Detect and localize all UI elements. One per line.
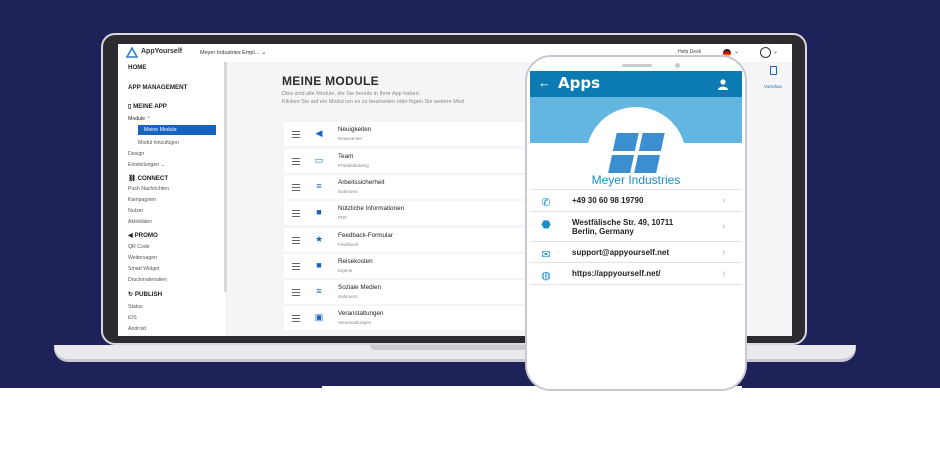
contact-email-text: support@appyourself.net	[572, 248, 670, 257]
drag-handle-icon[interactable]	[292, 237, 300, 246]
sidebar-item-meine-module[interactable]: Meine Module	[138, 125, 216, 135]
sidebar-section-my-app[interactable]: ▯ MEINE APP	[128, 103, 167, 110]
sidebar-item-kampagnen[interactable]: Kampagnen	[128, 197, 156, 203]
phone-icon: ✆	[541, 197, 551, 209]
sidebar-item-nutzer[interactable]: Nutzer	[128, 208, 143, 214]
phone-app-title: Apps	[558, 74, 601, 92]
sidebar-section-publish[interactable]: ↻ PUBLISH	[128, 291, 162, 298]
document-icon: ■	[316, 207, 322, 217]
sidebar-item-smart-widget[interactable]: Smart Widget	[128, 266, 159, 272]
sidebar: HOME APP MANAGEMENT ▯ MEINE APP Module ⌃…	[118, 62, 227, 336]
user-icon[interactable]	[717, 78, 729, 90]
module-title: Team	[338, 153, 354, 160]
drag-handle-icon[interactable]	[292, 184, 300, 193]
module-subtitle: Submenü	[338, 189, 358, 194]
sidebar-item-qr-code[interactable]: QR Code	[128, 244, 150, 250]
star-icon: ★	[314, 234, 324, 244]
sidebar-item-status[interactable]: Status	[128, 304, 143, 310]
phone-camera	[675, 63, 680, 68]
contact-website-text: https://appyourself.net/	[572, 269, 661, 278]
phone-speaker	[622, 64, 652, 67]
sidebar-item-push[interactable]: Push Nachrichten	[128, 186, 169, 192]
phone-app-bar: ← Apps	[530, 71, 742, 97]
book-icon: ▭	[314, 155, 324, 165]
back-arrow-icon[interactable]: ←	[538, 75, 551, 90]
company-name: Meyer Industries	[591, 173, 681, 187]
module-subtitle: Feedback	[338, 242, 359, 247]
chevron-right-icon: ›	[722, 195, 726, 206]
chevron-down-icon: ⌄	[261, 50, 267, 56]
sidebar-section-promo[interactable]: ◀ PROMO	[128, 232, 158, 239]
brand-name: AppYourself	[141, 48, 183, 55]
phone-screen: ← Apps Meyer Industries ✆ +49 30 60 98 1…	[530, 71, 742, 375]
drag-handle-icon[interactable]	[292, 289, 300, 298]
sidebar-item-app-management[interactable]: APP MANAGEMENT	[128, 84, 187, 91]
location-icon: ⬣	[541, 219, 551, 231]
chevron-down-icon[interactable]: ⌄	[773, 48, 778, 55]
project-selector[interactable]: Meyer Industries Empl... ⌄	[200, 49, 266, 56]
module-title: Feedback-Formular	[338, 232, 393, 239]
chevron-right-icon: ›	[722, 247, 726, 258]
chevron-down-icon: ⌄	[160, 162, 165, 168]
page-title: MEINE MODULE	[282, 74, 379, 88]
drag-handle-icon[interactable]	[292, 158, 300, 167]
module-subtitle: Submenü	[338, 294, 358, 299]
mail-icon: ✉	[541, 249, 551, 261]
phone-mockup: ← Apps Meyer Industries ✆ +49 30 60 98 1…	[525, 55, 747, 391]
sidebar-item-weitersagen[interactable]: Weitersagen	[128, 255, 157, 261]
sidebar-item-home[interactable]: HOME	[128, 64, 147, 71]
lines-icon: ≡	[316, 181, 322, 191]
preview-button[interactable]: Vorschau	[758, 66, 788, 93]
lines-icon: ≡	[316, 286, 322, 296]
contact-row-address[interactable]: ⬣ Westfälische Str. 49, 10711 Berlin, Ger…	[530, 211, 742, 242]
chevron-right-icon: ›	[722, 268, 726, 279]
module-subtitle: Produktkatalog	[338, 163, 369, 168]
module-subtitle: Eigene	[338, 268, 353, 273]
module-subtitle: PDF	[338, 215, 348, 220]
drag-handle-icon[interactable]	[292, 131, 300, 140]
module-subtitle: Newscenter	[338, 136, 363, 141]
contact-row-website[interactable]: ◍ https://appyourself.net/ ›	[530, 262, 742, 285]
module-title: Veranstaltungen	[338, 310, 384, 317]
sidebar-item-design[interactable]: Design	[128, 151, 144, 157]
chevron-down-icon[interactable]: ⌄	[734, 48, 739, 55]
user-account-icon[interactable]	[760, 47, 771, 58]
module-title: Nützliche Informationen	[338, 205, 405, 212]
contact-address-text: Westfälische Str. 49, 10711 Berlin, Germa…	[572, 218, 674, 236]
globe-icon: ◍	[541, 270, 551, 282]
drag-handle-icon[interactable]	[292, 315, 300, 324]
document-icon: ■	[316, 260, 322, 270]
chevron-right-icon: ›	[722, 221, 726, 232]
link-icon: ⛓	[128, 175, 138, 182]
sidebar-section-connect[interactable]: ⛓ CONNECT	[128, 174, 168, 182]
sidebar-item-aktivitaeten[interactable]: Aktivitäten	[128, 219, 152, 225]
module-title: Soziale Medien	[338, 284, 382, 291]
appyourself-logo-icon	[126, 47, 138, 58]
sidebar-item-module[interactable]: Module ⌃	[128, 116, 151, 122]
module-title: Reisekosten	[338, 258, 373, 265]
laptop-notch	[370, 345, 540, 350]
chevron-up-icon: ⌃	[146, 116, 151, 122]
contact-phone-text: +49 30 60 98 19790	[572, 196, 644, 205]
sidebar-item-ios[interactable]: iOS	[128, 315, 137, 321]
sidebar-item-modul-hinzufuegen[interactable]: Modul hinzufügen	[138, 140, 179, 146]
phone-preview-icon	[769, 66, 777, 75]
refresh-icon: ↻	[128, 291, 135, 298]
module-subtitle: Veranstaltungen	[338, 320, 372, 325]
sidebar-item-druckmaterialien[interactable]: Druckmaterialien	[128, 277, 167, 283]
project-name: Meyer Industries Empl...	[200, 50, 260, 56]
module-title: Neuigkeiten	[338, 126, 372, 133]
sidebar-item-android[interactable]: Android	[128, 326, 146, 332]
drag-handle-icon[interactable]	[292, 263, 300, 272]
contact-row-phone[interactable]: ✆ +49 30 60 98 19790 ›	[530, 189, 742, 212]
contact-row-email[interactable]: ✉ support@appyourself.net ›	[530, 241, 742, 263]
megaphone-icon: ◀	[315, 128, 323, 138]
drag-handle-icon[interactable]	[292, 210, 300, 219]
calendar-icon: ▣	[314, 312, 324, 322]
module-title: Arbeitssicherheit	[338, 179, 385, 186]
preview-label: Vorschau	[764, 84, 782, 89]
sidebar-item-einstellungen[interactable]: Einstellungen ⌄	[128, 162, 165, 168]
